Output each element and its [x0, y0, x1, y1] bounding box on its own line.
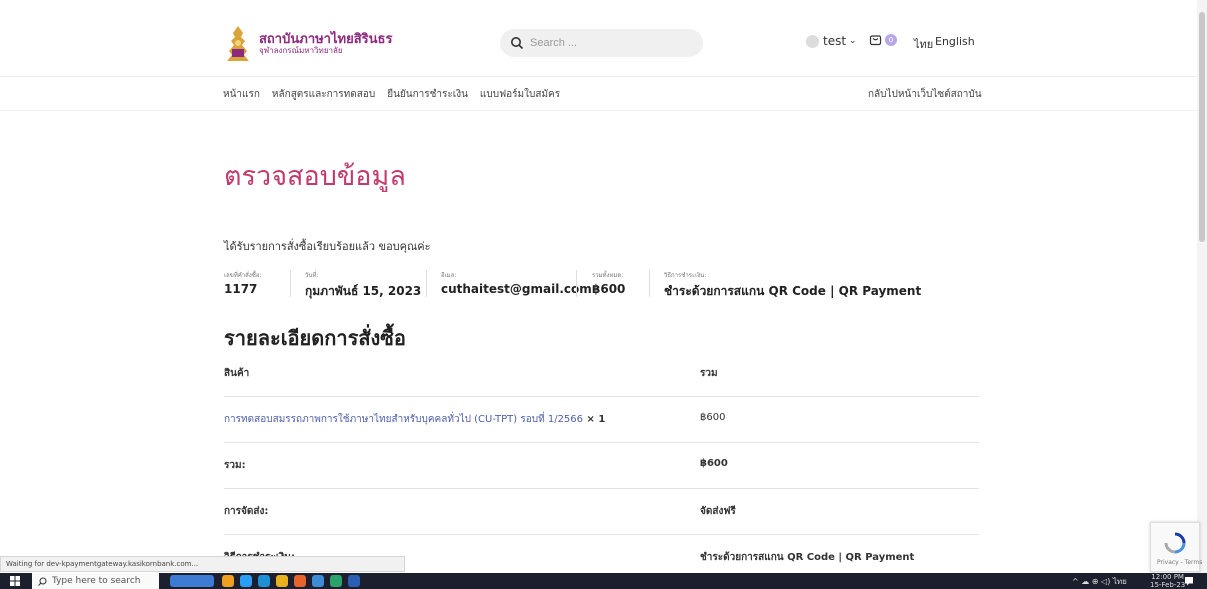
- edge-browser-icon[interactable]: [258, 575, 270, 587]
- order-date-value: กุมภาพันธ์ 15, 2023: [305, 284, 422, 298]
- chrome-browser-icon[interactable]: [276, 575, 288, 587]
- scrollbar-thumb[interactable]: [1199, 12, 1205, 242]
- word-app-icon[interactable]: [348, 575, 360, 587]
- nav-divider: [0, 110, 1197, 111]
- header-divider: [0, 76, 1197, 77]
- order-received-message: ได้รับรายการสั่งซื้อเรียบร้อยแล้ว ขอบคุณ…: [224, 240, 431, 253]
- user-avatar-icon: [806, 34, 819, 48]
- order-payment-method: วิธีการชำระเงิน: ชำระด้วยการสแกน QR Code…: [664, 270, 921, 301]
- page-title: ตรวจสอบข้อมูล: [224, 161, 406, 192]
- order-date-label: วันที่:: [305, 272, 319, 279]
- column-header-product: สินค้า: [224, 368, 250, 379]
- vertical-scrollbar[interactable]: [1197, 0, 1207, 573]
- taskbar-widget-icon[interactable]: [170, 575, 214, 587]
- site-header: สถาบันภาษาไทยสิรินธร จุฬาลงกรณ์มหาวิทยาล…: [0, 0, 1197, 112]
- shipping-value: จัดส่งฟรี: [700, 506, 736, 517]
- table-row: การจัดส่ง: จัดส่งฟรี: [224, 489, 979, 535]
- table-row: การทดสอบสมรรถภาพการใช้ภาษาไทยสำหรับบุคคล…: [224, 397, 979, 443]
- payment-value: ชำระด้วยการสแกน QR Code | QR Payment: [700, 552, 915, 563]
- browser-status-bar: Waiting for dev-kpaymentgateway.kasikorn…: [0, 556, 405, 572]
- nav-item-application-form[interactable]: แบบฟอร์มใบสมัคร: [480, 87, 560, 102]
- system-tray[interactable]: ^ ☁ ⊕ ◁) ไทย: [1072, 575, 1127, 588]
- order-date: วันที่: กุมภาพันธ์ 15, 2023: [305, 270, 421, 301]
- search-icon: [511, 37, 524, 50]
- search-input[interactable]: [530, 37, 690, 49]
- taskbar-app-icon[interactable]: [240, 575, 252, 587]
- nav-item-home[interactable]: หน้าแรก: [223, 87, 260, 102]
- user-name: test: [823, 34, 847, 48]
- column-header-total: รวม: [700, 368, 718, 379]
- tray-language[interactable]: ไทย: [1113, 577, 1127, 586]
- user-menu[interactable]: test ⌄: [806, 34, 857, 48]
- clock-time: 12:00 PM: [1151, 573, 1184, 581]
- language-thai-link[interactable]: ไทย: [914, 35, 933, 53]
- overview-divider: [426, 270, 427, 297]
- messenger-app-icon[interactable]: [330, 575, 342, 587]
- cart-button[interactable]: 0: [869, 33, 897, 46]
- taskbar-search-box[interactable]: Type here to search: [32, 573, 159, 589]
- payment-method-label: วิธีการชำระเงิน:: [664, 272, 707, 279]
- recaptcha-badge[interactable]: Privacy - Terms: [1150, 522, 1202, 572]
- file-explorer-icon[interactable]: [312, 575, 324, 587]
- order-number: เลขที่คำสั่งซื้อ: 1177: [224, 270, 261, 296]
- overview-divider: [576, 270, 577, 297]
- order-email-label: อีเมล:: [441, 272, 457, 279]
- recaptcha-icon: [1164, 532, 1186, 554]
- logo-title: สถาบันภาษาไทยสิรินธร: [259, 31, 393, 47]
- order-total-label: รวมทั้งหมด:: [592, 272, 624, 279]
- item-total: ฿600: [700, 412, 726, 423]
- order-number-label: เลขที่คำสั่งซื้อ:: [224, 272, 262, 279]
- subtotal-label: รวม:: [224, 460, 246, 471]
- order-details-title: รายละเอียดการสั่งซื้อ: [224, 326, 406, 350]
- notification-icon[interactable]: [1184, 576, 1194, 586]
- shipping-label: การจัดส่ง:: [224, 506, 269, 517]
- order-total-value: ฿600: [592, 282, 626, 296]
- order-item: การทดสอบสมรรถภาพการใช้ภาษาไทยสำหรับบุคคล…: [224, 412, 605, 427]
- nav-back-to-institute-link[interactable]: กลับไปหน้าเว็บไซต์สถาบัน: [868, 87, 982, 102]
- order-table-header: สินค้า รวม: [224, 351, 979, 397]
- search-box[interactable]: [500, 29, 703, 57]
- clock-date: 15-Feb-23: [1150, 581, 1186, 589]
- overview-divider: [290, 270, 291, 297]
- search-icon: [38, 577, 47, 586]
- taskbar-app-icon[interactable]: [222, 575, 234, 587]
- cart-count-badge: 0: [885, 33, 897, 46]
- main-navigation: หน้าแรก หลักสูตรและการทดสอบ ยืนยันการชำร…: [223, 87, 572, 102]
- product-link[interactable]: การทดสอบสมรรถภาพการใช้ภาษาไทยสำหรับบุคคล…: [224, 414, 583, 425]
- cart-icon: [869, 35, 882, 46]
- order-email: อีเมล: cuthaitest@gmail.com: [441, 270, 592, 296]
- order-email-value: cuthaitest@gmail.com: [441, 282, 592, 296]
- subtotal-value: ฿600: [700, 458, 728, 469]
- language-english-link[interactable]: English: [935, 35, 975, 48]
- table-row: รวม: ฿600: [224, 443, 979, 489]
- logo-subtitle: จุฬาลงกรณ์มหาวิทยาลัย: [259, 45, 343, 55]
- nav-item-payment-confirm[interactable]: ยืนยันการชำระเงิน: [387, 87, 468, 102]
- recaptcha-privacy-terms[interactable]: Privacy - Terms: [1157, 559, 1202, 566]
- windows-start-icon[interactable]: [10, 576, 20, 586]
- overview-divider: [649, 270, 650, 297]
- nav-item-courses[interactable]: หลักสูตรและการทดสอบ: [272, 87, 375, 102]
- firefox-browser-icon[interactable]: [294, 575, 306, 587]
- order-number-value: 1177: [224, 282, 258, 296]
- payment-method-value: ชำระด้วยการสแกน QR Code | QR Payment: [664, 284, 922, 298]
- order-total: รวมทั้งหมด: ฿600: [592, 270, 625, 296]
- product-quantity: × 1: [583, 414, 606, 425]
- chevron-down-icon: ⌄: [849, 36, 857, 46]
- windows-taskbar: Type here to search ^ ☁ ⊕ ◁) ไทย 12:00 P…: [0, 573, 1207, 589]
- site-logo[interactable]: สถาบันภาษาไทยสิรินธร จุฬาลงกรณ์มหาวิทยาล…: [225, 25, 392, 63]
- taskbar-clock[interactable]: 12:00 PM 15-Feb-23: [1150, 573, 1185, 589]
- taskbar-search-placeholder: Type here to search: [52, 576, 141, 586]
- institute-emblem-icon: [227, 26, 249, 61]
